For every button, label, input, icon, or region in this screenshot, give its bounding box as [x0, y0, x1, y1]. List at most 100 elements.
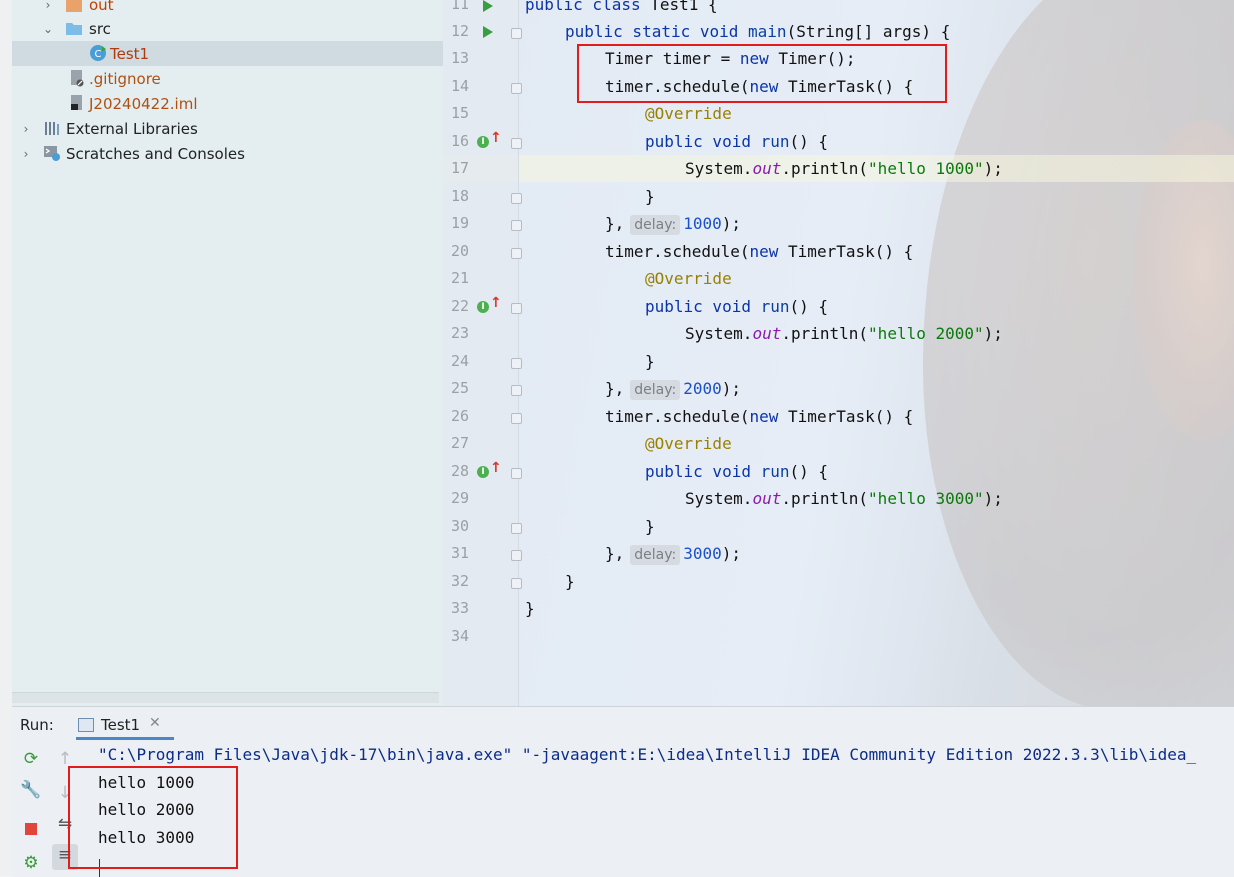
run-gutter-icon[interactable] [483, 0, 493, 12]
implements-icon[interactable]: I [477, 466, 489, 478]
chevron-right-icon[interactable]: › [20, 122, 32, 136]
tree-item-src[interactable]: ⌄ src [12, 16, 443, 41]
fold-marker-icon[interactable] [511, 220, 522, 231]
run-tool-window: Run: Test1 ✕ ⟳ ↑ 🔧 ↓ ⇋ ⚙ ≡ "C:\Program F… [12, 706, 1234, 877]
chevron-right-icon[interactable]: › [20, 147, 32, 161]
run-config-icon [78, 718, 94, 732]
tree-item-label: Scratches and Consoles [66, 144, 245, 163]
code-line: System.out.println("hello 3000"); [685, 489, 1003, 508]
annotation-highlight-box [577, 44, 947, 103]
folder-orange-icon [66, 0, 82, 12]
code-line: @Override [645, 434, 732, 453]
tree-item-scratches[interactable]: › Scratches and Consoles [12, 141, 443, 166]
fold-marker-icon[interactable] [511, 523, 522, 534]
fold-marker-icon[interactable] [511, 138, 522, 149]
line-number: 32 [450, 572, 469, 590]
wrench-icon[interactable]: 🔧 [20, 779, 42, 801]
implements-icon[interactable]: I [477, 136, 489, 148]
line-number: 24 [450, 352, 469, 370]
editor-gutter: 11 12 13 14 15 16 17 18 19 20 21 22 23 2… [443, 0, 522, 706]
console-output[interactable]: "C:\Program Files\Java\jdk-17\bin\java.e… [98, 743, 1234, 877]
code-line: public class Test1 { [525, 0, 718, 14]
rerun-icon[interactable]: ⟳ [20, 748, 42, 770]
tree-item-label: out [89, 0, 114, 14]
project-tree-pane: › out ⌄ src C Test1 .gitignore J20240422… [12, 0, 443, 706]
tab-label: Test1 [101, 716, 141, 734]
code-editor[interactable]: 11 12 13 14 15 16 17 18 19 20 21 22 23 2… [443, 0, 1234, 706]
code-line: System.out.println("hello 2000"); [685, 324, 1003, 343]
fold-marker-icon[interactable] [511, 193, 522, 204]
implements-icon[interactable]: I [477, 301, 489, 313]
line-number: 21 [450, 269, 469, 287]
close-icon[interactable]: ✕ [149, 715, 161, 731]
code-line: } [645, 517, 655, 536]
line-number: 30 [450, 517, 469, 535]
iml-file-icon [71, 95, 82, 110]
line-number: 33 [450, 599, 469, 617]
tree-item-test1[interactable]: C Test1 [12, 41, 443, 66]
code-line: timer.schedule(new TimerTask() { [605, 407, 914, 426]
output-highlight-box [68, 766, 238, 869]
code-line: } [645, 352, 655, 371]
code-line: System.out.println("hello 1000"); [685, 159, 1003, 178]
gitignore-file-icon [71, 70, 84, 87]
fold-marker-icon[interactable] [511, 413, 522, 424]
chevron-down-icon[interactable]: ⌄ [42, 22, 54, 36]
tab-test1[interactable]: Test1 ✕ [76, 710, 174, 740]
tree-item-external-libraries[interactable]: › External Libraries [12, 116, 443, 141]
arrow-up-icon: ↑ [490, 130, 502, 146]
code-line: }, delay: 3000); [605, 544, 742, 565]
tree-item-iml[interactable]: J20240422.iml [12, 91, 443, 116]
line-number: 12 [450, 22, 469, 40]
line-number: 18 [450, 187, 469, 205]
fold-marker-icon[interactable] [511, 550, 522, 561]
debug-icon[interactable]: ⚙ [20, 852, 42, 874]
tree-item-out[interactable]: › out [12, 0, 443, 17]
line-number: 13 [450, 49, 469, 67]
line-number: 17 [450, 159, 469, 177]
fold-marker-icon[interactable] [511, 83, 522, 94]
tree-item-label: .gitignore [89, 69, 161, 88]
code-line: }, delay: 2000); [605, 379, 742, 400]
run-panel-label: Run: [20, 716, 54, 734]
chevron-right-icon[interactable]: › [42, 0, 54, 12]
line-number: 28 [450, 462, 469, 480]
line-number: 20 [450, 242, 469, 260]
folder-blue-icon [66, 23, 82, 35]
fold-marker-icon[interactable] [511, 303, 522, 314]
horizontal-scrollbar[interactable] [12, 692, 439, 703]
line-number: 11 [450, 0, 469, 13]
line-number: 23 [450, 324, 469, 342]
code-line: } [525, 599, 535, 618]
line-number: 14 [450, 77, 469, 95]
library-icon [45, 122, 59, 135]
fold-marker-icon[interactable] [511, 468, 522, 479]
code-line: @Override [645, 269, 732, 288]
svg-text:C: C [95, 49, 102, 60]
code-line: public static void main(String[] args) { [565, 22, 951, 41]
tree-item-gitignore[interactable]: .gitignore [12, 66, 443, 91]
fold-marker-icon[interactable] [511, 28, 522, 39]
scratches-icon [44, 146, 60, 161]
line-number: 15 [450, 104, 469, 122]
fold-marker-icon[interactable] [511, 578, 522, 589]
arrow-up-icon: ↑ [490, 460, 502, 476]
fold-marker-icon[interactable] [511, 385, 522, 396]
line-number: 26 [450, 407, 469, 425]
arrow-up-icon: ↑ [490, 295, 502, 311]
active-tab-indicator [76, 737, 174, 740]
fold-marker-icon[interactable] [511, 248, 522, 259]
code-line: }, delay: 1000); [605, 214, 742, 235]
tree-item-label: External Libraries [66, 119, 198, 138]
code-line: timer.schedule(new TimerTask() { [605, 242, 914, 261]
java-class-icon: C [90, 45, 106, 61]
run-gutter-icon[interactable] [483, 26, 493, 38]
tree-item-label: J20240422.iml [89, 94, 198, 113]
line-number: 34 [450, 627, 469, 645]
stop-icon[interactable] [20, 820, 42, 842]
fold-marker-icon[interactable] [511, 358, 522, 369]
line-number: 19 [450, 214, 469, 232]
console-command-line: "C:\Program Files\Java\jdk-17\bin\java.e… [98, 745, 1197, 764]
line-number: 22 [450, 297, 469, 315]
line-number: 16 [450, 132, 469, 150]
